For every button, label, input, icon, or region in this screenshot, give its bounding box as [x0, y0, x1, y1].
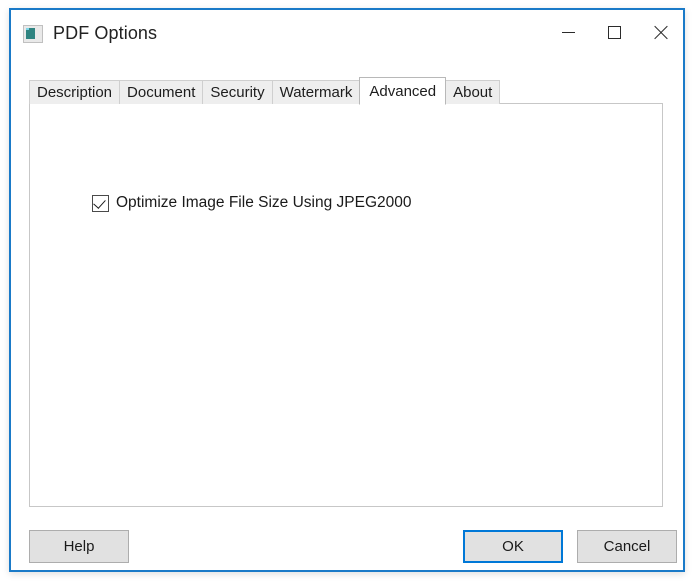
- help-button[interactable]: Help: [29, 530, 129, 563]
- tab-about[interactable]: About: [445, 80, 501, 104]
- optimize-image-checkbox[interactable]: [92, 194, 109, 212]
- tab-document[interactable]: Document: [119, 80, 204, 104]
- tab-content-panel: Optimize Image File Size Using JPEG2000: [29, 103, 663, 507]
- tab-label: Description: [37, 84, 113, 101]
- help-button-label: Help: [63, 538, 95, 555]
- tab-strip: Description Document Security Watermark …: [29, 76, 501, 105]
- tab-security[interactable]: Security: [202, 80, 273, 104]
- pdf-options-dialog: PDF Options Description Document Securit…: [9, 8, 685, 572]
- minimize-icon: [561, 32, 575, 33]
- cancel-button-label: Cancel: [603, 538, 651, 555]
- close-icon: [653, 25, 668, 40]
- maximize-button[interactable]: [591, 10, 637, 55]
- ok-button[interactable]: OK: [463, 530, 563, 563]
- tab-label: About: [453, 84, 493, 101]
- window-title: PDF Options: [53, 23, 158, 43]
- window-controls: [545, 10, 683, 55]
- maximize-icon: [607, 26, 621, 39]
- optimize-image-option-row[interactable]: Optimize Image File Size Using JPEG2000: [92, 194, 411, 212]
- tab-label: Security: [210, 84, 265, 101]
- minimize-button[interactable]: [545, 10, 591, 55]
- tab-label: Document: [127, 84, 196, 101]
- title-bar: PDF Options: [11, 10, 683, 57]
- optimize-image-label: Optimize Image File Size Using JPEG2000: [116, 194, 412, 211]
- checkmark-icon: [93, 195, 106, 209]
- pdf-options-app-icon: [23, 24, 43, 43]
- desktop-background: PDF Options Description Document Securit…: [0, 0, 694, 583]
- tab-label: Watermark: [279, 84, 353, 101]
- ok-button-label: OK: [502, 538, 524, 555]
- tab-description[interactable]: Description: [29, 80, 121, 104]
- tab-watermark[interactable]: Watermark: [271, 80, 361, 104]
- tab-advanced[interactable]: Advanced: [359, 77, 447, 105]
- close-button[interactable]: [637, 10, 683, 55]
- tab-label: Advanced: [369, 82, 437, 100]
- cancel-button[interactable]: Cancel: [577, 530, 677, 563]
